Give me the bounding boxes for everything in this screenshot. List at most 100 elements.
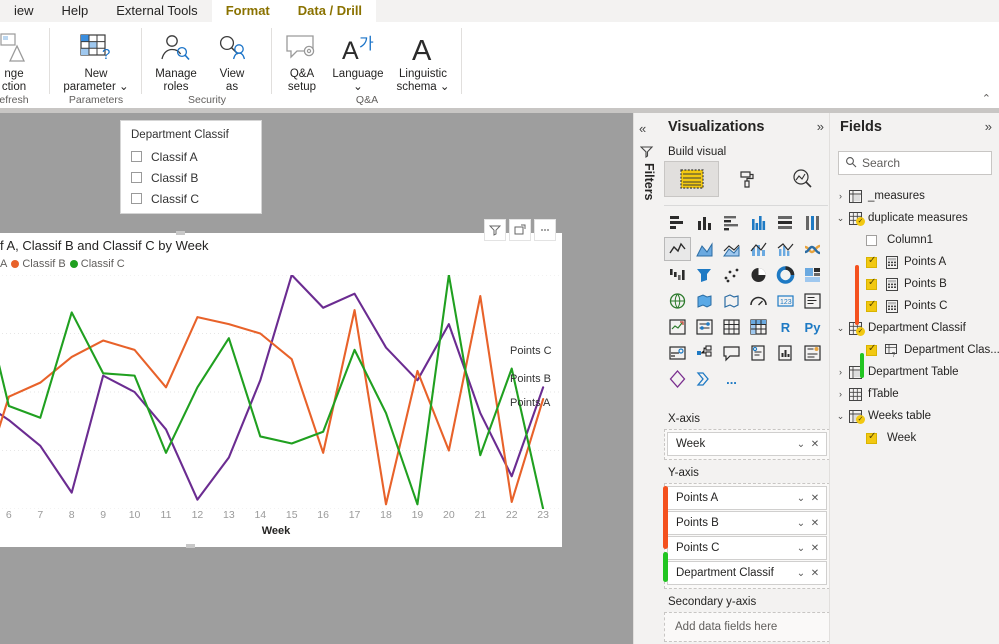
chevron-right-icon[interactable]: »: [817, 119, 824, 134]
chevron-right-icon[interactable]: »: [985, 119, 992, 134]
stacked-bar-chart-icon[interactable]: [664, 211, 691, 235]
visual-resize-grip-top[interactable]: [176, 231, 185, 235]
field-checkbox[interactable]: [866, 431, 877, 444]
matrix-icon[interactable]: [745, 315, 772, 339]
field-tree-item[interactable]: › fTable: [834, 383, 999, 405]
ribbon-tab-data-drill[interactable]: Data / Drill: [283, 0, 377, 22]
funnel-chart-icon[interactable]: [691, 263, 718, 287]
remove-field-icon[interactable]: ✕: [808, 439, 822, 450]
filters-pane-collapsed[interactable]: « Filters: [634, 113, 660, 644]
stacked-area-chart-icon[interactable]: [718, 237, 745, 261]
chevron-down-icon[interactable]: ⌄: [794, 518, 808, 529]
line-stacked-column-chart-icon[interactable]: [745, 237, 772, 261]
field-pill[interactable]: Points C ⌄ ✕: [667, 536, 827, 560]
qa-visual-icon[interactable]: [718, 341, 745, 365]
field-pill[interactable]: Points A ⌄ ✕: [667, 486, 827, 510]
slicer-item[interactable]: Classif B: [131, 167, 251, 188]
chevron-down-icon[interactable]: ⌄: [794, 493, 808, 504]
chevron-down-icon[interactable]: ⌄: [794, 439, 808, 450]
report-canvas[interactable]: Department Classif Classif A Classif B Cla…: [0, 113, 633, 644]
multi-row-card-icon[interactable]: [799, 289, 826, 313]
field-pill[interactable]: Points B ⌄ ✕: [667, 511, 827, 535]
ribbon-button-manage-roles[interactable]: Manage roles: [148, 28, 204, 94]
chevron-right-icon[interactable]: ›: [834, 191, 847, 201]
ribbon-chart-icon[interactable]: [799, 237, 826, 261]
more-visuals-icon[interactable]: ...: [718, 367, 745, 391]
decomposition-tree-icon[interactable]: [691, 341, 718, 365]
table-icon[interactable]: [718, 315, 745, 339]
area-chart-icon[interactable]: [691, 237, 718, 261]
well-drop-zone[interactable]: Add data fields here: [664, 612, 830, 642]
slicer-item[interactable]: Classif A: [131, 146, 251, 167]
field-tree-item[interactable]: › Department Table: [834, 361, 999, 383]
chevron-right-icon[interactable]: ›: [834, 367, 847, 377]
field-pill[interactable]: Week ⌄ ✕: [667, 432, 827, 456]
slicer-department-classif[interactable]: Department Classif Classif A Classif B Cla…: [120, 120, 262, 214]
waterfall-chart-icon[interactable]: [664, 263, 691, 287]
ribbon-button-new-parameter[interactable]: ? New parameter ⌄: [60, 28, 132, 94]
line-chart-visual[interactable]: f A, Classif B and Classif C by Week A Cl…: [0, 219, 562, 548]
field-pill[interactable]: Department Classif ⌄ ✕: [667, 561, 827, 585]
smart-narrative-icon[interactable]: [745, 341, 772, 365]
analytics-tab[interactable]: [774, 161, 829, 197]
power-automate-icon[interactable]: [691, 367, 718, 391]
python-visual-icon[interactable]: Py: [799, 315, 826, 339]
ribbon-button-q&a-setup[interactable]: Q&A setup: [276, 28, 328, 94]
field-checkbox[interactable]: [866, 343, 877, 356]
paginated-report-icon[interactable]: [799, 341, 826, 365]
chevron-down-icon[interactable]: ⌄: [834, 323, 847, 334]
chevron-down-icon[interactable]: ⌄: [794, 568, 808, 579]
pie-chart-icon[interactable]: [745, 263, 772, 287]
ribbon-button-nge-ction[interactable]: nge ction: [0, 28, 50, 94]
power-apps-icon[interactable]: [664, 367, 691, 391]
well-drop-zone[interactable]: Points A ⌄ ✕ Points B ⌄ ✕ Points C ⌄ ✕ Department…: [664, 483, 830, 589]
chevron-down-icon[interactable]: ⌄: [794, 543, 808, 554]
ribbon-collapse-button[interactable]: ⌃: [982, 92, 991, 105]
field-tree-item[interactable]: Week: [834, 427, 999, 449]
slicer-item[interactable]: Classif C: [131, 188, 251, 209]
clustered-column-chart-icon[interactable]: [745, 211, 772, 235]
remove-field-icon[interactable]: ✕: [808, 543, 822, 554]
legend-item[interactable]: Classif C: [69, 258, 125, 270]
slicer-checkbox[interactable]: [131, 172, 142, 183]
field-checkbox[interactable]: [866, 299, 877, 312]
ribbon-button-linguistic-schema[interactable]: A Linguistic schema ⌄: [388, 28, 458, 94]
field-checkbox[interactable]: [866, 234, 877, 246]
report-page[interactable]: Department Classif Classif A Classif B Cla…: [0, 113, 633, 600]
stacked-column-chart-icon[interactable]: [691, 211, 718, 235]
field-tree-item[interactable]: ? Department Clas...: [834, 339, 999, 361]
build-visual-tab[interactable]: [664, 161, 719, 197]
chevron-down-icon[interactable]: ⌄: [834, 213, 847, 224]
slicer-checkbox[interactable]: [131, 151, 142, 162]
remove-field-icon[interactable]: ✕: [808, 518, 822, 529]
field-tree-item[interactable]: ⌄ ✓ Weeks table: [834, 405, 999, 427]
ribbon-button-view-as[interactable]: View as: [204, 28, 260, 94]
remove-field-icon[interactable]: ✕: [808, 568, 822, 579]
well-drop-zone[interactable]: Week ⌄ ✕: [664, 429, 830, 460]
chevron-right-icon[interactable]: ›: [834, 389, 847, 399]
filled-map-icon[interactable]: [691, 289, 718, 313]
focus-mode-icon[interactable]: [509, 219, 531, 241]
chevron-down-icon[interactable]: ⌄: [834, 411, 847, 422]
key-influencers-icon[interactable]: [664, 341, 691, 365]
r-visual-icon[interactable]: R: [772, 315, 799, 339]
field-tree-item[interactable]: Column1: [834, 229, 999, 251]
field-tree-item[interactable]: › _measures: [834, 185, 999, 207]
map-icon[interactable]: [664, 289, 691, 313]
line-clustered-column-chart-icon[interactable]: [772, 237, 799, 261]
100-stacked-bar-chart-icon[interactable]: [772, 211, 799, 235]
field-tree-item[interactable]: ⌄ ✓ duplicate measures: [834, 207, 999, 229]
metrics-icon[interactable]: [772, 341, 799, 365]
field-checkbox[interactable]: [866, 255, 877, 268]
ribbon-tab-format[interactable]: Format: [211, 0, 284, 22]
slicer-checkbox[interactable]: [131, 193, 142, 204]
legend-item[interactable]: A: [0, 258, 7, 270]
search-input[interactable]: Search: [838, 151, 992, 175]
gauge-icon[interactable]: [745, 289, 772, 313]
slicer-icon[interactable]: [691, 315, 718, 339]
series-line[interactable]: [0, 295, 545, 506]
legend-item[interactable]: Classif B: [11, 258, 66, 270]
clustered-bar-chart-icon[interactable]: [718, 211, 745, 235]
treemap-icon[interactable]: [799, 263, 826, 287]
line-chart-icon[interactable]: [664, 237, 691, 261]
